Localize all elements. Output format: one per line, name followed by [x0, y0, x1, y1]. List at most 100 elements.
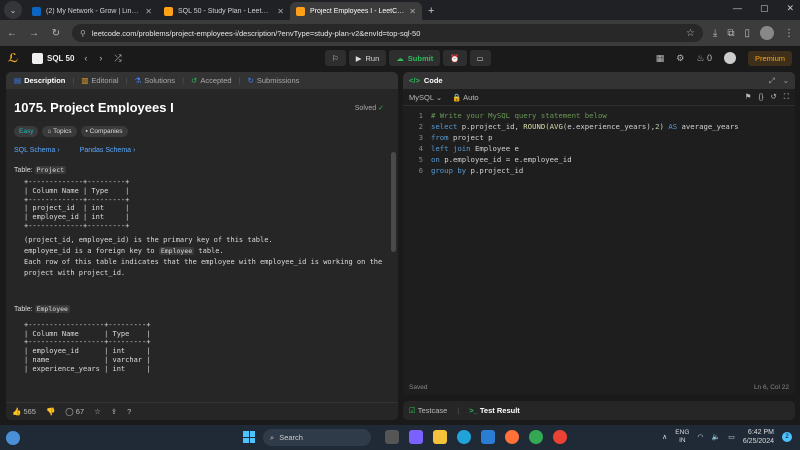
- employee-schema-table: +------------------+---------+ | Column …: [24, 320, 151, 373]
- code-editor[interactable]: 1 # Write your MySQL query statement belo…: [403, 110, 795, 176]
- forward-arrow-icon[interactable]: →: [28, 28, 40, 39]
- testcase-tab[interactable]: ☑ Testcase: [409, 406, 447, 415]
- description-scrollbar[interactable]: [391, 152, 396, 252]
- settings-gear-icon[interactable]: ⚙: [676, 53, 684, 64]
- comment-icon: ◯: [65, 407, 74, 416]
- sql-schema-link[interactable]: SQL Schema ›: [14, 147, 60, 154]
- streak-counter[interactable]: ♨ 0: [696, 53, 712, 64]
- comments-button[interactable]: ◯ 67: [65, 407, 84, 416]
- taskbar-search[interactable]: ⌕ Search: [263, 429, 371, 446]
- code-line[interactable]: 3 from project p: [403, 132, 795, 143]
- favorite-star-icon[interactable]: ☆: [94, 407, 101, 416]
- file-explorer-icon[interactable]: [433, 430, 447, 444]
- like-button[interactable]: 👍 565: [12, 407, 36, 416]
- dislike-button[interactable]: 👎: [46, 407, 55, 416]
- browser-tab-project-employees[interactable]: Project Employees I - LeetCode ✕: [290, 2, 422, 20]
- pandas-schema-link[interactable]: Pandas Schema ›: [80, 147, 136, 154]
- taskview-icon[interactable]: [385, 430, 399, 444]
- tab-accepted[interactable]: ↺ Accepted: [188, 76, 235, 85]
- menu-dots-icon[interactable]: ⋮: [784, 28, 794, 39]
- line-number: 3: [418, 133, 423, 142]
- volume-icon[interactable]: 🔈: [712, 433, 721, 441]
- back-arrow-icon[interactable]: ←: [6, 28, 18, 39]
- study-plan-title[interactable]: SQL 50: [32, 52, 74, 64]
- play-icon: ▶: [355, 53, 362, 63]
- share-icon[interactable]: ⇪: [111, 407, 117, 416]
- debug-button[interactable]: ⚐: [325, 50, 346, 66]
- close-tab-icon[interactable]: ✕: [409, 7, 416, 16]
- tab-editorial[interactable]: ▥ Editorial: [78, 76, 121, 85]
- prev-problem-icon[interactable]: ‹: [84, 53, 87, 64]
- auto-toggle[interactable]: 🔒 Auto: [452, 93, 478, 102]
- companies-chip[interactable]: ▪ Companies: [80, 126, 128, 137]
- collapse-editor-icon[interactable]: ⌄: [783, 76, 789, 86]
- code-token: ROUND: [523, 122, 546, 131]
- braces-icon[interactable]: {}: [758, 92, 763, 102]
- lang-code: ENG: [675, 429, 690, 436]
- code-line[interactable]: 2 select p.project_id, ROUND(AVG (e.experi…: [403, 121, 795, 132]
- chevron-up-icon[interactable]: ∧: [662, 433, 667, 441]
- chrome-profile-icon[interactable]: [553, 430, 567, 444]
- maximize-icon[interactable]: ▢: [760, 3, 769, 14]
- user-avatar[interactable]: [723, 52, 736, 64]
- new-tab-plus-icon[interactable]: +: [428, 5, 434, 17]
- chrome-icon[interactable]: [529, 430, 543, 444]
- leetcode-logo-icon[interactable]: ℒ: [8, 51, 28, 65]
- language-select[interactable]: MySQL ⌄: [409, 93, 442, 102]
- description-line: employee_id is a foreign key to Employee…: [24, 246, 386, 257]
- premium-button[interactable]: Premium: [747, 50, 792, 66]
- bookmark-star-icon[interactable]: ☆: [686, 28, 695, 39]
- browser-tab-linkedin[interactable]: (2) My Network - Grow | Linkedin ✕: [26, 2, 158, 20]
- bookmark-icon[interactable]: ⚑: [745, 92, 752, 102]
- close-tab-icon[interactable]: ✕: [145, 7, 152, 16]
- downloads-icon[interactable]: ⤓: [713, 28, 717, 39]
- code-line[interactable]: 6 group by p.project_id: [403, 165, 795, 176]
- test-result-tab[interactable]: >_ Test Result: [469, 406, 520, 415]
- help-icon[interactable]: ?: [127, 407, 131, 416]
- layout-grid-icon[interactable]: ▦: [656, 53, 665, 64]
- code-line[interactable]: 5 on p.employee_id = e.employee_id: [403, 154, 795, 165]
- tab-description[interactable]: ▤ Description: [11, 76, 68, 85]
- minimize-icon[interactable]: —: [733, 3, 742, 14]
- windows-start-icon[interactable]: [243, 431, 255, 443]
- shuffle-icon[interactable]: ⤮: [114, 53, 121, 64]
- close-window-icon[interactable]: ✕: [786, 3, 794, 14]
- profile-avatar[interactable]: [760, 26, 774, 40]
- site-info-icon[interactable]: ⚲: [80, 29, 86, 38]
- code-token: on: [431, 155, 445, 164]
- close-tab-icon[interactable]: ✕: [277, 7, 284, 16]
- submit-button[interactable]: ☁ Submit: [389, 50, 441, 66]
- edge-icon[interactable]: [457, 430, 471, 444]
- store-icon[interactable]: [481, 430, 495, 444]
- clock[interactable]: 6:42 PM 6/25/2024: [743, 428, 774, 446]
- weather-widget-icon[interactable]: [6, 430, 20, 445]
- notification-badge[interactable]: 2: [782, 432, 792, 442]
- tab-search-chevron-icon[interactable]: ⌄: [4, 1, 22, 19]
- teams-icon[interactable]: [409, 430, 423, 444]
- run-button[interactable]: ▶ Run: [348, 50, 387, 66]
- url-bar[interactable]: ⚲ leetcode.com/problems/project-employee…: [72, 24, 703, 42]
- wifi-icon[interactable]: ◠: [697, 433, 703, 441]
- whiteboard-button[interactable]: ▭: [469, 50, 491, 66]
- bug-icon: ⚐: [332, 53, 339, 63]
- browser-tab-sql50[interactable]: SQL 50 - Study Plan - LeetCode ✕: [158, 2, 290, 20]
- battery-icon[interactable]: ▭: [728, 433, 735, 441]
- extensions-icon[interactable]: ⧉: [727, 28, 734, 39]
- notes-button[interactable]: ⏰: [443, 50, 467, 66]
- streak-count: 0: [706, 52, 712, 63]
- code-token: project p: [452, 133, 493, 142]
- maximize-editor-icon[interactable]: ⤢: [769, 76, 775, 86]
- link-label: Pandas Schema: [79, 147, 132, 154]
- tab-submissions[interactable]: ↻ Submissions: [245, 76, 303, 85]
- firefox-icon[interactable]: [505, 430, 519, 444]
- tab-solutions[interactable]: ⚗ Solutions: [131, 76, 178, 85]
- reload-icon[interactable]: ↻: [50, 28, 62, 39]
- fullscreen-icon[interactable]: ⛶: [784, 92, 789, 102]
- reset-icon[interactable]: ↺: [770, 92, 776, 102]
- code-line[interactable]: 1 # Write your MySQL query statement belo…: [403, 110, 795, 121]
- language-indicator[interactable]: ENG IN: [675, 429, 689, 445]
- sidebar-icon[interactable]: ▯: [744, 28, 750, 39]
- code-line[interactable]: 4 left join Employee e: [403, 143, 795, 154]
- topics-chip[interactable]: ⌂ Topics: [42, 126, 77, 137]
- next-problem-icon[interactable]: ›: [99, 53, 102, 64]
